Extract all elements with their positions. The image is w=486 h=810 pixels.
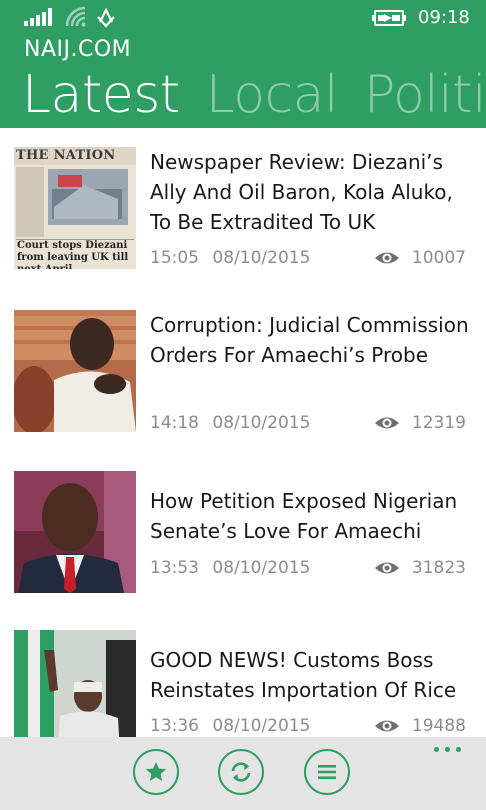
pivot-tabs: Latest Local Politics — [22, 64, 486, 126]
newspaper-masthead: THE NATION — [16, 148, 116, 163]
article-date: 08/10/2015 — [212, 413, 311, 433]
news-photo — [14, 310, 136, 432]
data-icon — [97, 7, 115, 28]
article-time: 15:05 — [150, 248, 199, 268]
view-count-group: 10007 — [374, 248, 466, 268]
eye-icon — [374, 562, 399, 574]
header: 09:18 NAIJ.COM Latest Local Politics — [0, 0, 486, 128]
article-time: 13:36 — [150, 716, 199, 736]
clock: 09:18 — [418, 7, 470, 28]
article-item[interactable]: Corruption: Judicial Commission Orders F… — [0, 310, 486, 435]
tab-politics[interactable]: Politics — [364, 64, 486, 126]
tab-local[interactable]: Local — [206, 64, 339, 126]
news-photo — [14, 630, 136, 737]
refresh-icon — [231, 762, 251, 782]
signal-icon — [24, 8, 52, 26]
article-date: 08/10/2015 — [212, 248, 311, 268]
view-count-group: 12319 — [374, 413, 466, 433]
view-count: 10007 — [411, 248, 466, 268]
wifi-icon — [65, 6, 86, 27]
article-date: 08/10/2015 — [212, 558, 311, 578]
eye-icon — [374, 417, 399, 429]
view-count-group: 31823 — [374, 558, 466, 578]
tab-latest[interactable]: Latest — [22, 64, 180, 126]
article-meta: 13:36 08/10/2015 19488 — [150, 716, 466, 736]
article-time: 14:18 — [150, 413, 199, 433]
article-title[interactable]: GOOD NEWS! Customs Boss Reinstates Impor… — [150, 645, 480, 705]
view-count-group: 19488 — [374, 716, 466, 736]
news-photo — [14, 471, 136, 593]
favorites-icon — [146, 762, 166, 781]
eye-icon — [374, 252, 399, 264]
view-count: 31823 — [411, 558, 466, 578]
menu-icon — [318, 765, 336, 779]
menu-button[interactable] — [304, 749, 350, 795]
article-date: 08/10/2015 — [212, 716, 311, 736]
article-meta: 13:53 08/10/2015 31823 — [150, 558, 466, 578]
app-title: NAIJ.COM — [24, 37, 132, 62]
refresh-button[interactable] — [218, 749, 264, 795]
article-item[interactable]: GOOD NEWS! Customs Boss Reinstates Impor… — [0, 630, 486, 737]
article-meta: 14:18 08/10/2015 12319 — [150, 413, 466, 433]
article-title[interactable]: How Petition Exposed Nigerian Senate’s L… — [150, 486, 480, 546]
article-thumbnail[interactable] — [14, 630, 136, 737]
app-bar — [0, 737, 486, 810]
view-count: 12319 — [411, 413, 466, 433]
article-meta: 15:05 08/10/2015 10007 — [150, 248, 466, 268]
article-thumbnail[interactable]: THE NATION Court stops Diezani from leav… — [14, 147, 136, 269]
article-title[interactable]: Corruption: Judicial Commission Orders F… — [150, 310, 480, 370]
article-item[interactable]: THE NATION Court stops Diezani from leav… — [0, 147, 486, 272]
article-thumbnail[interactable] — [14, 310, 136, 432]
favorites-button[interactable] — [133, 749, 179, 795]
article-item[interactable]: How Petition Exposed Nigerian Senate’s L… — [0, 471, 486, 596]
eye-icon — [374, 720, 399, 732]
newspaper-headline: Court stops Diezani from leaving UK till… — [17, 240, 129, 269]
article-time: 13:53 — [150, 558, 199, 578]
battery-icon — [372, 10, 406, 26]
more-icon[interactable] — [433, 745, 463, 755]
status-bar: 09:18 — [0, 0, 486, 34]
article-title[interactable]: Newspaper Review: Diezani’s Ally And Oil… — [150, 147, 480, 237]
view-count: 19488 — [411, 716, 466, 736]
article-thumbnail[interactable] — [14, 471, 136, 593]
